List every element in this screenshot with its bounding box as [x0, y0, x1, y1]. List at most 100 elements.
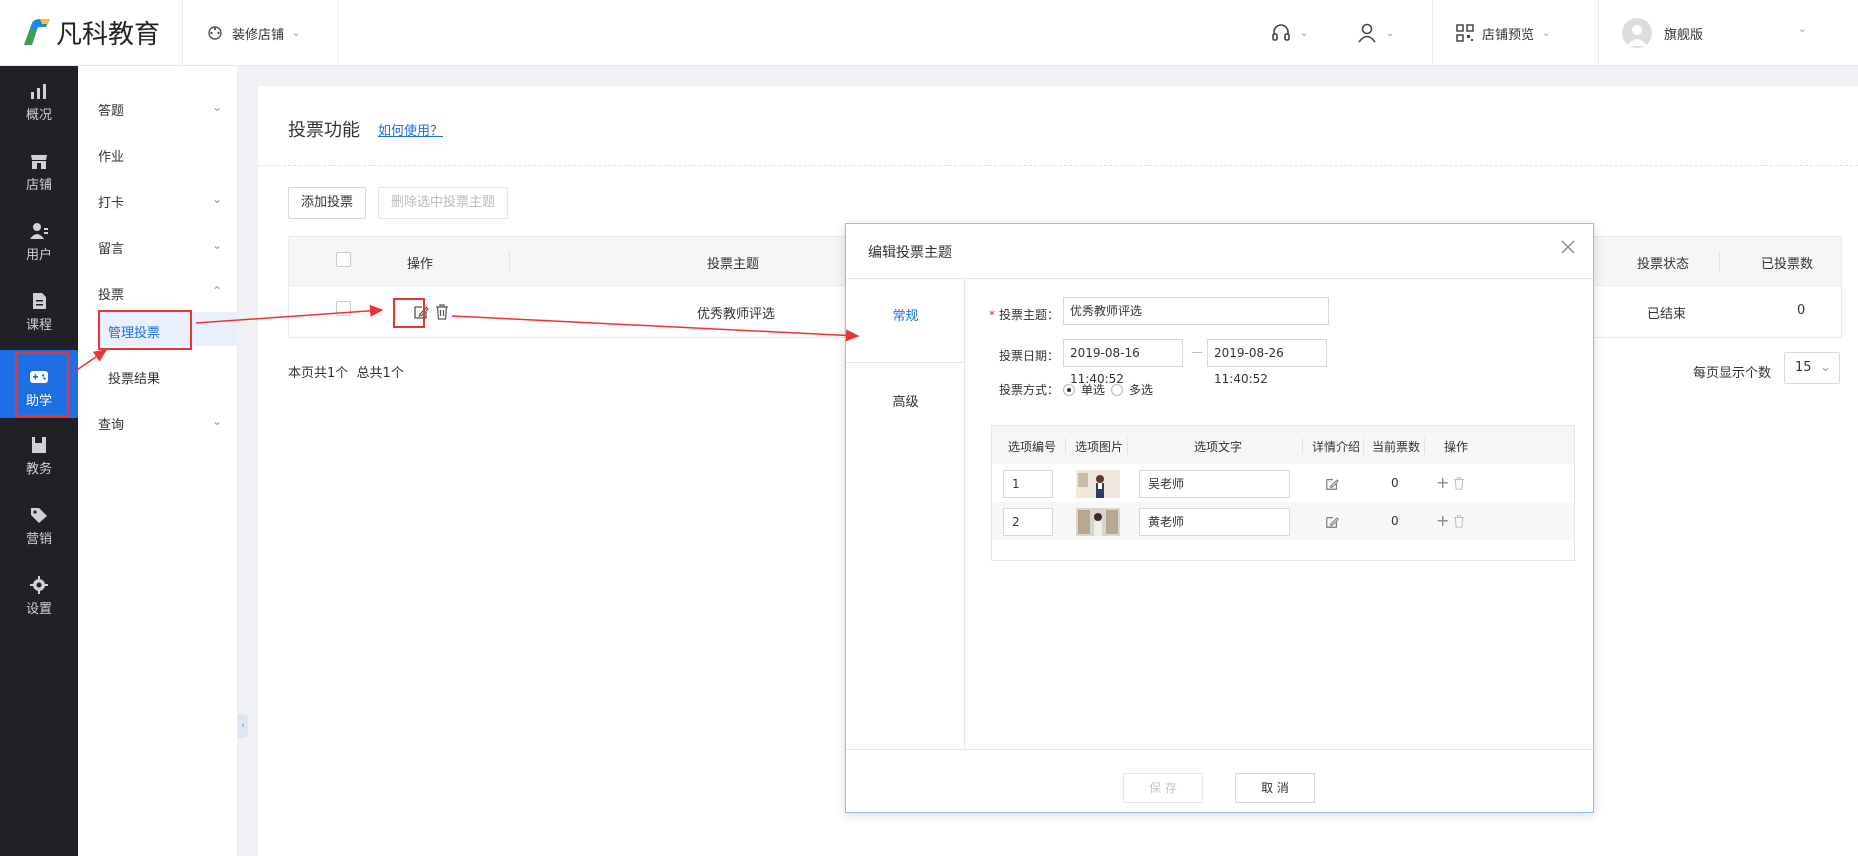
vote-topic-cell: 优秀教师评选	[697, 307, 776, 322]
dialog-title: 编辑投票主题	[868, 245, 952, 261]
column-header: 投票状态	[1637, 257, 1690, 272]
howto-link[interactable]: 如何使用？	[378, 120, 443, 139]
edit-icon[interactable]	[1325, 515, 1339, 529]
store-preview-menu[interactable]: 店铺预览 ⌄	[1456, 0, 1550, 66]
nav-item-overview[interactable]: 概况	[0, 70, 78, 130]
topbar-divider	[1598, 0, 1599, 66]
subnav-item-query[interactable]: 查询 ⌄	[98, 414, 222, 433]
dialog-tabs: 常规 高级	[846, 279, 965, 749]
subnav-label: 作业	[98, 150, 125, 165]
topic-label: * 投票主题：	[989, 308, 1060, 322]
option-row: 1 吴老师 0 +	[992, 464, 1574, 502]
brand-name: 凡科教育	[56, 19, 161, 50]
subnav-item-checkin[interactable]: 打卡 ⌄	[98, 192, 222, 211]
chevron-down-icon: ⌄	[211, 192, 222, 206]
nav-label: 用户	[25, 248, 52, 263]
column-header: 操作	[407, 257, 434, 272]
qrcode-icon	[1456, 24, 1474, 42]
option-row: 2 黄老师 0 +	[992, 502, 1574, 540]
chevron-down-icon: ⌄	[1386, 27, 1395, 39]
users-icon	[30, 223, 48, 239]
nav-label: 概况	[25, 108, 52, 123]
user-profile-menu[interactable]: 旗舰版	[1622, 0, 1703, 66]
subnav-item-homework[interactable]: 作业	[98, 146, 222, 165]
chevron-down-icon: ⌄	[211, 238, 222, 252]
account-menu[interactable]: ⌄	[1356, 0, 1394, 66]
nav-item-users[interactable]: 用户	[0, 210, 78, 270]
subnav-item-quiz[interactable]: 答题 ⌄	[98, 100, 222, 119]
palette-icon	[208, 26, 222, 40]
option-vote-count: 0	[1391, 476, 1399, 490]
date-label: 投票日期：	[999, 349, 1060, 363]
topbar-divider	[338, 0, 339, 66]
pager-total-count: 总共1个	[356, 366, 404, 381]
option-number-input[interactable]: 1	[1003, 470, 1053, 498]
options-table: 选项编号 选项图片 选项文字 详情介绍 当前票数 操作 1 吴老师 0 + 2 …	[991, 425, 1575, 561]
radio-multi[interactable]: 多选	[1111, 381, 1153, 398]
nav-item-marketing[interactable]: 营销	[0, 494, 78, 554]
save-button[interactable]: 保 存	[1123, 773, 1203, 803]
option-text-input[interactable]: 吴老师	[1139, 470, 1290, 498]
gear-icon	[30, 576, 48, 594]
nav-item-settings[interactable]: 设置	[0, 564, 78, 624]
store-preview-label: 店铺预览	[1482, 27, 1535, 43]
add-option-icon[interactable]: +	[1436, 473, 1449, 492]
per-page-select[interactable]: 15 ⌄	[1784, 352, 1840, 384]
per-page-label: 每页显示个数	[1693, 366, 1772, 381]
nav-item-courses[interactable]: 课程	[0, 280, 78, 340]
close-icon[interactable]	[1557, 236, 1579, 258]
radio-single[interactable]: 单选	[1063, 381, 1105, 398]
chevron-down-icon: ⌄	[211, 414, 222, 428]
nav-label: 课程	[25, 318, 52, 333]
select-all-checkbox[interactable]	[336, 252, 351, 267]
row-checkbox[interactable]	[336, 301, 351, 316]
decorate-store-label: 装修店铺	[232, 27, 285, 43]
support-menu[interactable]: ⌄	[1270, 0, 1308, 66]
column-divider	[1127, 438, 1128, 454]
document-icon	[33, 293, 46, 309]
collapse-sidebar-handle[interactable]: ‹	[238, 714, 248, 738]
end-date-input[interactable]: 2019-08-26 11:40:52	[1207, 339, 1327, 386]
subnav-label: 答题	[98, 104, 125, 119]
trash-icon[interactable]	[1453, 477, 1465, 490]
divider	[846, 362, 965, 363]
tab-general[interactable]: 常规	[846, 305, 965, 324]
subnav-label: 投票结果	[108, 372, 161, 387]
option-image[interactable]	[1076, 470, 1120, 498]
chevron-down-icon: ⌄	[292, 27, 301, 39]
option-image[interactable]	[1076, 508, 1120, 536]
vote-status-cell: 已结束	[1647, 307, 1687, 322]
decorate-store-menu[interactable]: 装修店铺 ⌄	[206, 0, 300, 66]
divider	[258, 165, 1858, 166]
chevron-down-icon: ⌄	[211, 100, 222, 114]
subnav-item-messages[interactable]: 留言 ⌄	[98, 238, 222, 257]
add-option-icon[interactable]: +	[1436, 511, 1449, 530]
add-vote-button[interactable]: 添加投票	[288, 187, 367, 219]
brand-logo[interactable]: 凡科教育	[20, 14, 160, 50]
column-divider	[1719, 251, 1720, 273]
nav-label: 设置	[25, 602, 52, 617]
option-text-input[interactable]: 黄老师	[1139, 508, 1290, 536]
delete-selected-button[interactable]: 删除选中投票主题	[378, 187, 509, 219]
tab-advanced[interactable]: 高级	[846, 391, 965, 410]
mode-label: 投票方式：	[999, 383, 1060, 397]
nav-item-academic[interactable]: 教务	[0, 424, 78, 484]
subnav-item-vote-results[interactable]: 投票结果	[108, 368, 232, 387]
nav-item-store[interactable]: 店铺	[0, 140, 78, 200]
start-date-input[interactable]: 2019-08-16 11:40:52	[1063, 339, 1183, 386]
chevron-down-icon[interactable]: ⌄	[1798, 24, 1806, 35]
trash-icon[interactable]	[435, 304, 449, 320]
store-icon	[31, 155, 47, 169]
trash-icon[interactable]	[1453, 515, 1465, 528]
pager-summary: 本页共1个 总共1个	[288, 362, 404, 381]
options-table-header: 选项编号 选项图片 选项文字 详情介绍 当前票数 操作	[992, 426, 1574, 464]
subnav-item-vote[interactable]: 投票 ⌃	[98, 284, 222, 303]
column-header: 选项文字	[1194, 440, 1243, 454]
logo-icon	[24, 19, 50, 45]
topic-input[interactable]: 优秀教师评选	[1063, 297, 1329, 325]
edit-icon[interactable]	[1325, 477, 1339, 491]
column-header: 投票主题	[707, 257, 760, 272]
subnav-label: 留言	[98, 242, 125, 257]
cancel-button[interactable]: 取 消	[1235, 773, 1315, 803]
option-number-input[interactable]: 2	[1003, 508, 1053, 536]
